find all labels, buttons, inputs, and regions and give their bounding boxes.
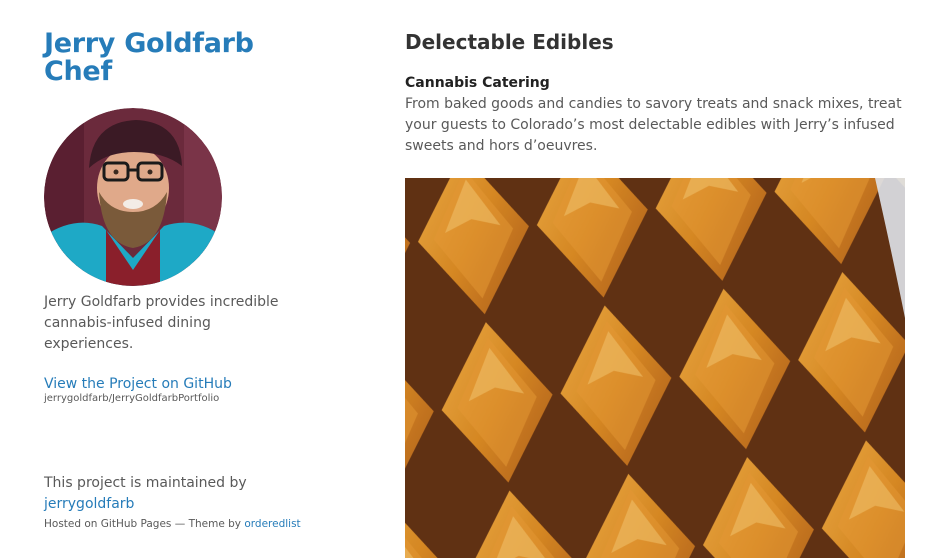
baklava-photo	[405, 178, 905, 558]
sidebar: Jerry Goldfarb Chef Jerry Goldfarb provi…	[44, 30, 344, 515]
site-title-name[interactable]: Jerry Goldfarb	[44, 28, 254, 59]
avatar	[44, 108, 222, 286]
maintainer-info: This project is maintained by jerrygoldf…	[44, 473, 344, 515]
theme-author-link[interactable]: orderedlist	[244, 518, 300, 530]
maintainer-link[interactable]: jerrygoldfarb	[44, 496, 134, 512]
view-on-github-link[interactable]: View the Project on GitHub	[44, 376, 344, 392]
maintainer-text: This project is maintained by	[44, 475, 247, 491]
subsection-heading: Cannabis Catering	[405, 75, 550, 91]
site-title-role[interactable]: Chef	[44, 56, 112, 87]
main-content: Delectable Edibles Cannabis Catering Fro…	[405, 28, 905, 157]
site-title[interactable]: Jerry Goldfarb Chef	[44, 30, 344, 86]
section-heading: Delectable Edibles	[405, 30, 614, 54]
footer-hosted-text: Hosted on GitHub Pages — Theme by	[44, 518, 245, 530]
section-description: From baked goods and candies to savory t…	[405, 96, 902, 154]
footer: Hosted on GitHub Pages — Theme by ordere…	[44, 518, 301, 530]
repo-name: jerrygoldfarb/JerryGoldfarbPortfolio	[44, 393, 220, 404]
site-tagline: Jerry Goldfarb provides incredible canna…	[44, 294, 279, 352]
